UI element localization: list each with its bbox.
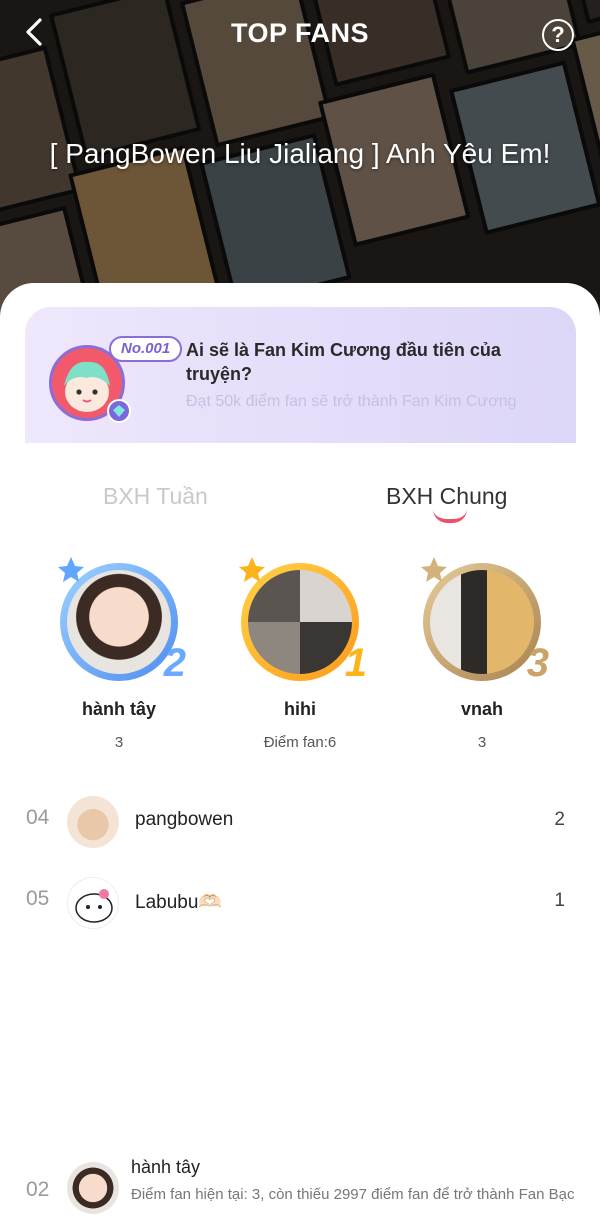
my-progress-text: Điểm fan hiện tại: 3, còn thiếu 2997 điể… (131, 1186, 575, 1203)
tab-weekly[interactable]: BXH Tuần (103, 483, 208, 510)
crown-icon (239, 557, 265, 582)
my-name: hành tây (131, 1157, 201, 1177)
my-rank-number: 02 (26, 1178, 50, 1201)
rank-number: 04 (26, 806, 50, 829)
avatar-ring: 2 (58, 557, 186, 683)
active-tab-indicator (433, 509, 467, 523)
fan-score: Điểm fan:6 (263, 734, 337, 751)
story-title: [ PangBowen Liu Jialiang ] Anh Yêu Em! (49, 138, 551, 169)
diamond-icon (107, 399, 131, 423)
fan-name: Labubu🫶🏻 (135, 892, 223, 913)
my-rank-bar[interactable]: 02 hành tây Điểm fan hiện tại: 3, còn th… (0, 1150, 600, 1228)
fan-name: hihi (284, 699, 316, 719)
rank-number: 1 (344, 641, 367, 685)
list-item[interactable]: 04 pangbowen 2 (0, 791, 600, 851)
rank-number: 3 (526, 641, 549, 685)
avatar (67, 796, 119, 848)
fan-score: 3 (114, 734, 124, 751)
fan-name: hành tây (81, 699, 156, 719)
fan-score: 1 (554, 890, 565, 911)
rank-number: 2 (163, 641, 186, 685)
avatar (430, 570, 534, 674)
podium-rank-3[interactable]: 3 vnah 3 (419, 557, 549, 751)
promo-question: Ai sẽ là Fan Kim Cương đầu tiên của truy… (186, 340, 501, 384)
top-bar: TOP FANS ? (0, 0, 600, 70)
promo-card[interactable]: No.001 Ai sẽ là Fan Kim Cương đầu tiên c… (25, 307, 576, 443)
content-sheet: No.001 Ai sẽ là Fan Kim Cương đầu tiên c… (0, 283, 600, 1228)
avatar (67, 877, 119, 929)
avatar (248, 570, 352, 674)
fan-score: 3 (477, 734, 487, 751)
my-avatar (67, 1162, 119, 1214)
hero-banner: TOP FANS ? [ PangBowen Liu Jialiang ] An… (0, 0, 600, 330)
fan-name: pangbowen (135, 809, 234, 830)
crown-icon (58, 557, 84, 582)
page-title: TOP FANS (230, 18, 370, 48)
podium-rank-1[interactable]: 1 hihi Điểm fan:6 (237, 557, 367, 751)
avatar (67, 570, 171, 674)
podium-rank-2[interactable]: 2 hành tây 3 (56, 557, 186, 751)
tab-overall[interactable]: BXH Chung (386, 483, 507, 510)
rank-badge: No.001 (109, 336, 183, 362)
help-button[interactable]: ? (542, 19, 574, 51)
list-item[interactable]: 05 Labubu🫶🏻 1 (0, 872, 600, 932)
avatar-ring: 1 (239, 557, 367, 683)
question-circle-icon: ? (551, 22, 565, 47)
promo-subtext: Đạt 50k điểm fan sẽ trở thành Fan Kim Cư… (186, 393, 517, 410)
crown-icon (421, 557, 447, 582)
fan-name: vnah (460, 699, 503, 719)
rank-number: 05 (26, 887, 50, 910)
avatar-ring: 3 (421, 557, 549, 683)
fan-score: 2 (554, 809, 565, 830)
